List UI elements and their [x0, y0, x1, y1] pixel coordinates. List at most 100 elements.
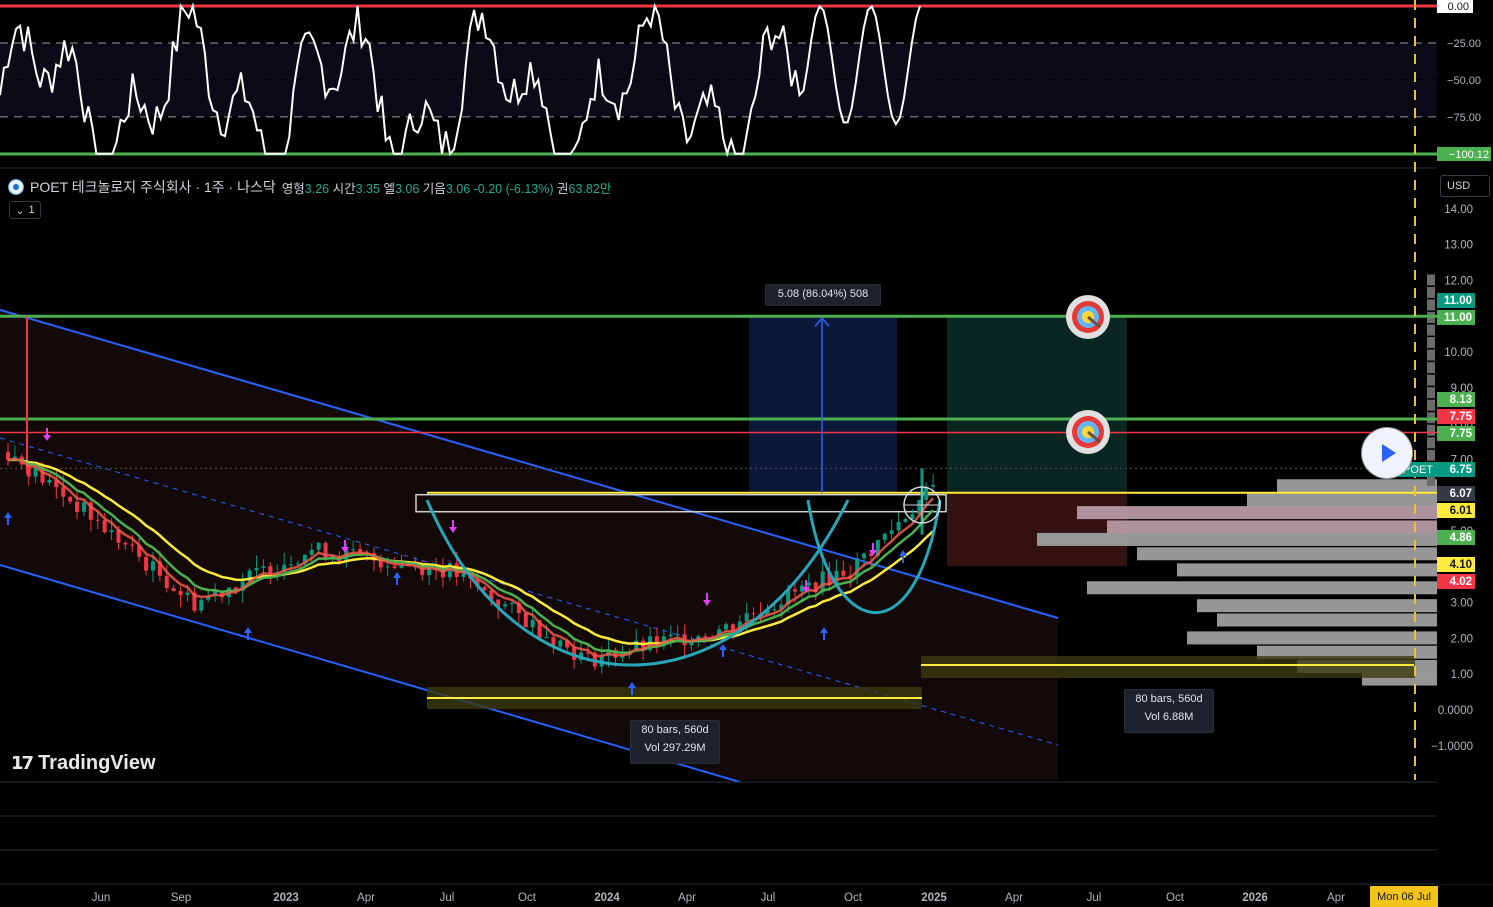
candle-body	[254, 567, 259, 571]
candle-body	[171, 588, 176, 592]
osc-tick-label: −75.00	[1447, 112, 1481, 124]
candle-body	[309, 549, 314, 555]
volume-profile-bar	[1277, 479, 1437, 493]
price-tick-label: 2.00	[1451, 633, 1473, 645]
volume-profile-bar	[1177, 563, 1437, 577]
price-label-text: 6.01	[1450, 505, 1473, 517]
volume-profile-bar	[1087, 581, 1437, 595]
price-label-text: 11.00	[1444, 295, 1472, 307]
price-label-text: 7.75	[1450, 428, 1473, 440]
play-button[interactable]	[1362, 428, 1412, 478]
time-tick-label: Sep	[171, 892, 191, 904]
price-tick-label: 1.00	[1451, 669, 1473, 681]
low-value: 3.06	[394, 181, 420, 196]
price-label-text: 4.02	[1450, 576, 1472, 588]
price-label-text: 8.13	[1450, 394, 1472, 406]
candle-body	[102, 520, 107, 533]
candle-body	[144, 556, 149, 571]
close-label: 기음	[422, 181, 446, 196]
volume-label: 권	[557, 181, 569, 196]
osc-tick-label: −25.00	[1447, 38, 1481, 50]
symbol-header: POET 테크놀로지 주식회사 · 1주 · 나스닥 영형3.26 시간3.35…	[8, 177, 611, 197]
candle-body	[903, 519, 908, 522]
time-axis: Jun Sep 2023 Apr Jul Oct 2024 Apr Jul Oct 2025 Apr J…	[92, 892, 1345, 904]
volume-profile-bar	[1427, 374, 1435, 386]
measure-box	[749, 316, 897, 493]
candle-body	[199, 599, 204, 611]
time-tick-label: Apr	[1327, 892, 1345, 904]
tradingview-mark-icon: 𝟭𝟳	[11, 753, 34, 773]
candle-body	[544, 637, 549, 639]
volume-profile-bar	[1427, 424, 1435, 436]
interval-toggle[interactable]: ⌄ 1	[9, 201, 41, 219]
candle-body	[261, 566, 266, 568]
volume-profile-bar	[1427, 324, 1435, 336]
range-label-2-vol: Vol 6.88M	[1144, 711, 1194, 723]
candle-body	[378, 560, 383, 568]
price-tick-label: −1.0000	[1431, 741, 1473, 753]
volume-profile-bar	[1187, 631, 1437, 645]
candle-body	[503, 604, 508, 607]
volume-profile-bar	[1427, 399, 1435, 411]
low-label: 엘	[383, 181, 395, 196]
target-icon	[1066, 410, 1110, 454]
candle-body	[47, 479, 52, 483]
time-tick-label: Jul	[761, 892, 776, 904]
time-tick-label: 2024	[594, 892, 620, 904]
volume-profile-bar	[1427, 286, 1435, 298]
candle-body	[772, 609, 777, 611]
candle-body	[862, 553, 867, 559]
candle-body	[178, 591, 183, 596]
tradingview-wordmark: TradingView	[38, 752, 156, 774]
candle-body	[164, 575, 169, 589]
time-tick-label: Jul	[1087, 892, 1102, 904]
time-tick-label: Apr	[357, 892, 375, 904]
candle-body	[185, 592, 190, 596]
tradingview-logo[interactable]: 𝟭𝟳 TradingView	[11, 752, 156, 775]
crosshair-date-chip: Mon 06 Jul	[1370, 886, 1438, 907]
candle-body	[68, 496, 73, 502]
candle-body	[509, 602, 514, 605]
chevron-down-icon: ⌄	[15, 204, 25, 217]
symbol-title[interactable]: POET 테크놀로지 주식회사 · 1주 · 나스닥	[30, 177, 276, 197]
interval-value: 1	[28, 204, 35, 216]
candle-body	[896, 521, 901, 531]
high-label: 시간	[332, 181, 356, 196]
candle-body	[109, 530, 114, 533]
price-label-text: 4.10	[1450, 559, 1472, 571]
candle-body	[316, 542, 321, 550]
candle-body	[931, 484, 936, 487]
range-label-2-bars: 80 bars, 560d	[1135, 693, 1203, 705]
open-label: 영형	[281, 181, 305, 196]
candle-body	[744, 613, 749, 622]
volume-profile-bar	[1427, 362, 1435, 374]
volume-profile-bar	[1427, 337, 1435, 349]
range-label-1-bars: 80 bars, 560d	[641, 724, 709, 736]
change-value: -0.20 (-6.13%)	[473, 181, 554, 196]
range-box-2	[921, 656, 1415, 678]
candle-body	[675, 634, 680, 636]
volume-profile-bar	[1197, 599, 1437, 613]
candle-body	[751, 613, 756, 615]
time-tick-label: Apr	[678, 892, 696, 904]
volume-profile-bar	[1107, 520, 1437, 534]
price-tick-label: 0.0000	[1438, 705, 1473, 717]
price-label-text: 11.00	[1444, 312, 1472, 324]
candle-body	[150, 561, 155, 571]
candle-body	[723, 624, 728, 630]
osc-tick-label: −50.00	[1447, 75, 1481, 87]
time-tick-label: Jun	[92, 892, 111, 904]
candle-body	[889, 530, 894, 534]
volume-profile-bar	[1427, 437, 1435, 449]
price-tick-label: 14.00	[1444, 204, 1473, 216]
chart-canvas[interactable]: 0.00−25.00−50.00−75.00−100.1214.0013.001…	[0, 0, 1493, 907]
price-label-text: 4.86	[1450, 532, 1472, 544]
volume-profile-bar	[1037, 532, 1437, 546]
candle-body	[841, 570, 846, 576]
currency-selector[interactable]: USD	[1440, 175, 1490, 197]
time-tick-label: 2025	[921, 892, 947, 904]
candle-body	[530, 620, 535, 628]
volume-profile-bar	[1427, 349, 1435, 361]
time-tick-label: Oct	[518, 892, 537, 904]
candle-body	[75, 501, 80, 512]
